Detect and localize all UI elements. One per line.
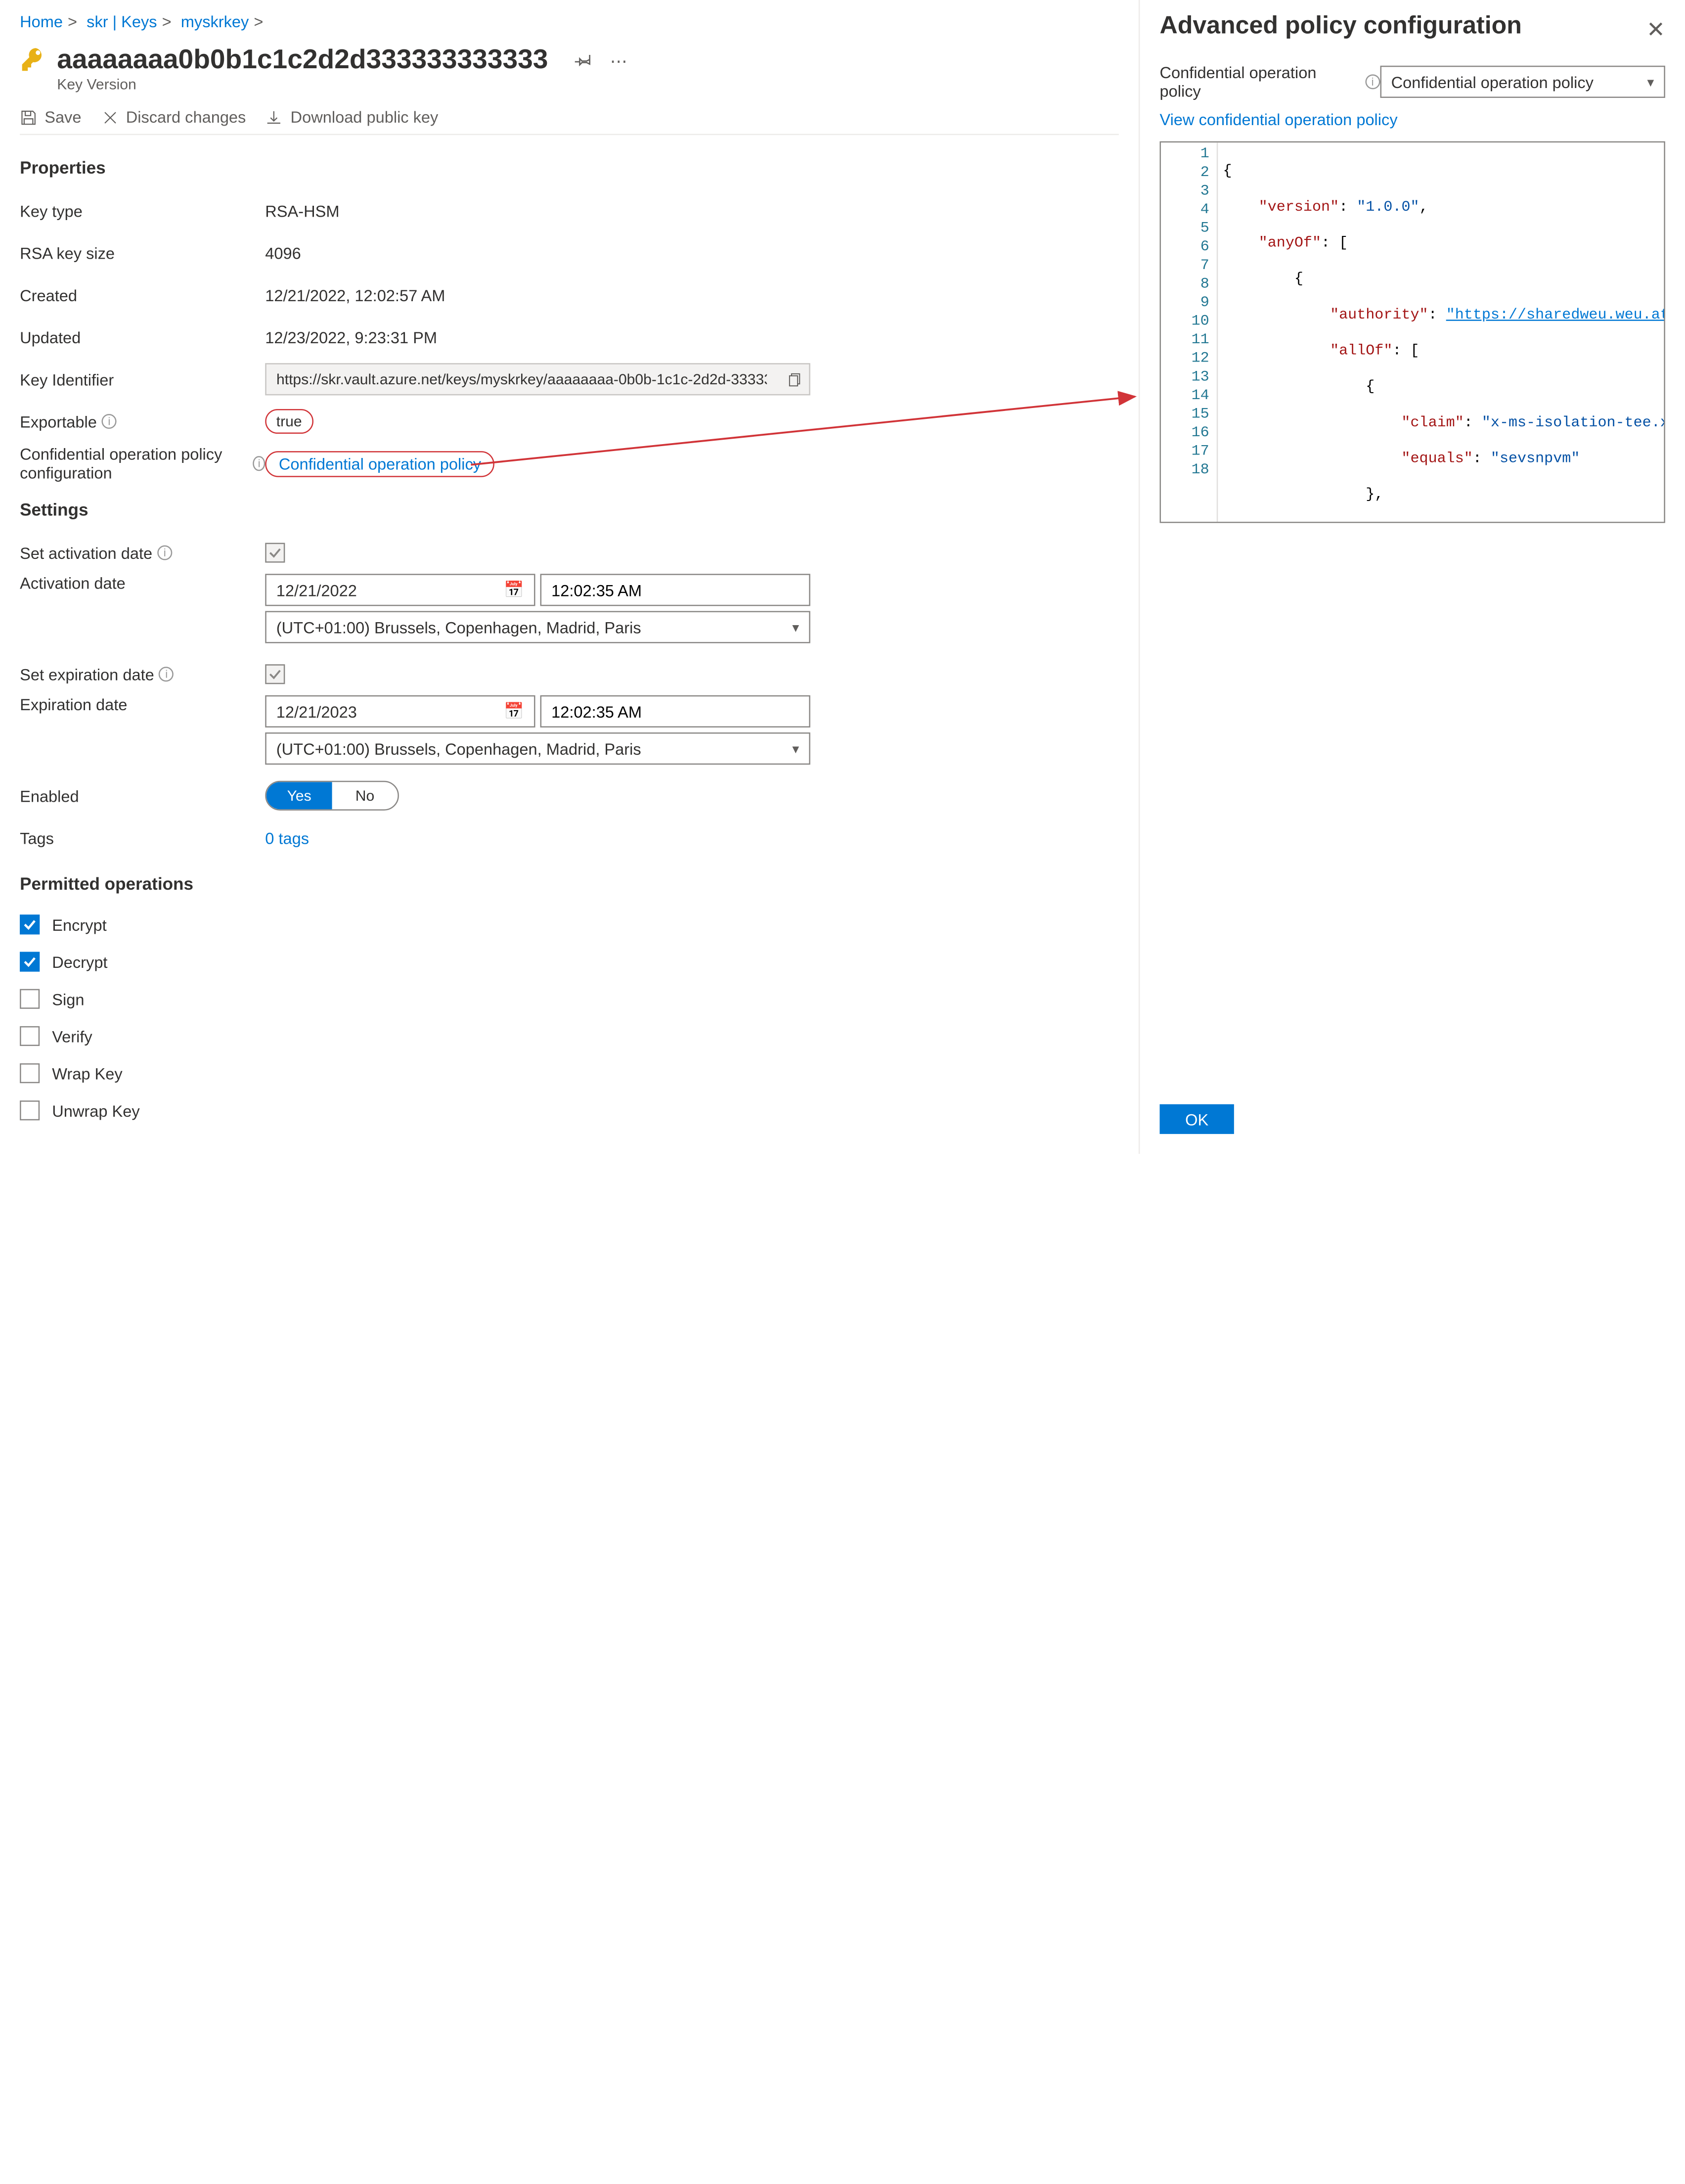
op-checkbox[interactable]: [20, 1026, 40, 1046]
op-label: Verify: [52, 1027, 92, 1046]
panel-title: Advanced policy configuration: [1160, 12, 1665, 63]
value-created: 12/21/2022, 12:02:57 AM: [265, 286, 445, 305]
op-label: Sign: [52, 990, 84, 1008]
enabled-toggle[interactable]: Yes No: [265, 781, 399, 811]
expiration-date-input[interactable]: 12/21/2023📅: [265, 695, 535, 728]
chevron-down-icon: ▾: [792, 619, 799, 636]
label-keyid: Key Identifier: [20, 370, 265, 389]
op-label: Encrypt: [52, 915, 106, 934]
label-keytype: Key type: [20, 201, 265, 220]
conf-policy-link[interactable]: Confidential operation policy: [265, 451, 494, 477]
key-identifier-input[interactable]: [266, 370, 777, 388]
breadcrumb-skr[interactable]: skr | Keys: [87, 12, 157, 31]
code-editor[interactable]: 123456789101112131415161718 { "version":…: [1160, 141, 1665, 523]
download-button[interactable]: Download public key: [266, 108, 438, 127]
key-icon: [20, 46, 47, 73]
op-decrypt[interactable]: Decrypt: [20, 943, 1119, 980]
breadcrumb-key[interactable]: myskrkey: [181, 12, 249, 31]
label-rsasize: RSA key size: [20, 243, 265, 262]
activation-tz-select[interactable]: (UTC+01:00) Brussels, Copenhagen, Madrid…: [265, 611, 810, 643]
set-activation-checkbox[interactable]: [265, 543, 285, 563]
value-rsasize: 4096: [265, 243, 301, 262]
toggle-yes[interactable]: Yes: [266, 782, 332, 809]
chevron-down-icon: ▾: [1647, 74, 1654, 90]
breadcrumb: Home> skr | Keys> myskrkey>: [20, 12, 1119, 39]
op-unwrap-key[interactable]: Unwrap Key: [20, 1092, 1119, 1129]
op-checkbox[interactable]: [20, 952, 40, 972]
key-identifier-field[interactable]: [265, 363, 810, 395]
ok-button[interactable]: OK: [1160, 1104, 1234, 1134]
op-label: Wrap Key: [52, 1064, 122, 1083]
close-icon[interactable]: ✕: [1646, 17, 1665, 44]
info-icon[interactable]: i: [253, 456, 265, 471]
op-checkbox[interactable]: [20, 989, 40, 1009]
policy-select[interactable]: Confidential operation policy▾: [1380, 66, 1665, 98]
value-keytype: RSA-HSM: [265, 201, 339, 220]
info-icon[interactable]: i: [1365, 74, 1380, 89]
settings-heading: Settings: [20, 500, 1119, 519]
label-created: Created: [20, 286, 265, 305]
expiration-tz-select[interactable]: (UTC+01:00) Brussels, Copenhagen, Madrid…: [265, 732, 810, 765]
op-verify[interactable]: Verify: [20, 1017, 1119, 1054]
op-checkbox[interactable]: [20, 1100, 40, 1120]
save-button[interactable]: Save: [20, 108, 81, 127]
breadcrumb-home[interactable]: Home: [20, 12, 63, 31]
label-expiration: Expiration date: [20, 695, 265, 714]
op-sign[interactable]: Sign: [20, 980, 1119, 1017]
chevron-down-icon: ▾: [792, 740, 799, 757]
tags-link[interactable]: 0 tags: [265, 828, 309, 847]
code-gutter: 123456789101112131415161718: [1161, 142, 1218, 522]
label-enabled: Enabled: [20, 786, 265, 805]
op-label: Decrypt: [52, 953, 107, 971]
value-exportable: true: [265, 409, 313, 434]
activation-time-input[interactable]: [540, 574, 810, 606]
pin-icon[interactable]: [576, 51, 593, 72]
label-exportable: Exportable i: [20, 412, 265, 431]
label-activation: Activation date: [20, 574, 265, 592]
view-policy-link[interactable]: View confidential operation policy: [1160, 110, 1665, 129]
expiration-time-input[interactable]: [540, 695, 810, 728]
toggle-no[interactable]: No: [332, 782, 398, 809]
label-setactivation: Set activation date i: [20, 544, 265, 562]
calendar-icon: 📅: [504, 580, 524, 600]
more-icon[interactable]: ⋯: [610, 51, 627, 72]
set-expiration-checkbox[interactable]: [265, 664, 285, 684]
page-subtitle: Key Version: [57, 76, 548, 93]
calendar-icon: 📅: [504, 701, 524, 721]
op-wrap-key[interactable]: Wrap Key: [20, 1055, 1119, 1092]
op-encrypt[interactable]: Encrypt: [20, 906, 1119, 943]
code-content[interactable]: { "version": "1.0.0", "anyOf": [ { "auth…: [1218, 142, 1664, 522]
op-checkbox[interactable]: [20, 914, 40, 934]
label-confpolicy: Confidential operation policy configurat…: [20, 445, 265, 482]
discard-button[interactable]: Discard changes: [101, 108, 246, 127]
label-tags: Tags: [20, 828, 265, 847]
info-icon[interactable]: i: [159, 667, 174, 682]
info-icon[interactable]: i: [157, 546, 172, 560]
permitted-heading: Permitted operations: [20, 874, 1119, 894]
panel-label: Confidential operation policy i: [1160, 63, 1380, 100]
label-updated: Updated: [20, 328, 265, 347]
page-title: aaaaaaaa0b0b1c1c2d2d333333333333: [57, 44, 548, 76]
copy-icon[interactable]: [777, 364, 809, 394]
properties-heading: Properties: [20, 157, 1119, 177]
label-setexpiration: Set expiration date i: [20, 665, 265, 683]
activation-date-input[interactable]: 12/21/2022📅: [265, 574, 535, 606]
op-checkbox[interactable]: [20, 1063, 40, 1083]
info-icon[interactable]: i: [102, 414, 117, 429]
value-updated: 12/23/2022, 9:23:31 PM: [265, 328, 437, 347]
toolbar: Save Discard changes Download public key: [20, 98, 1119, 135]
op-label: Unwrap Key: [52, 1101, 139, 1120]
